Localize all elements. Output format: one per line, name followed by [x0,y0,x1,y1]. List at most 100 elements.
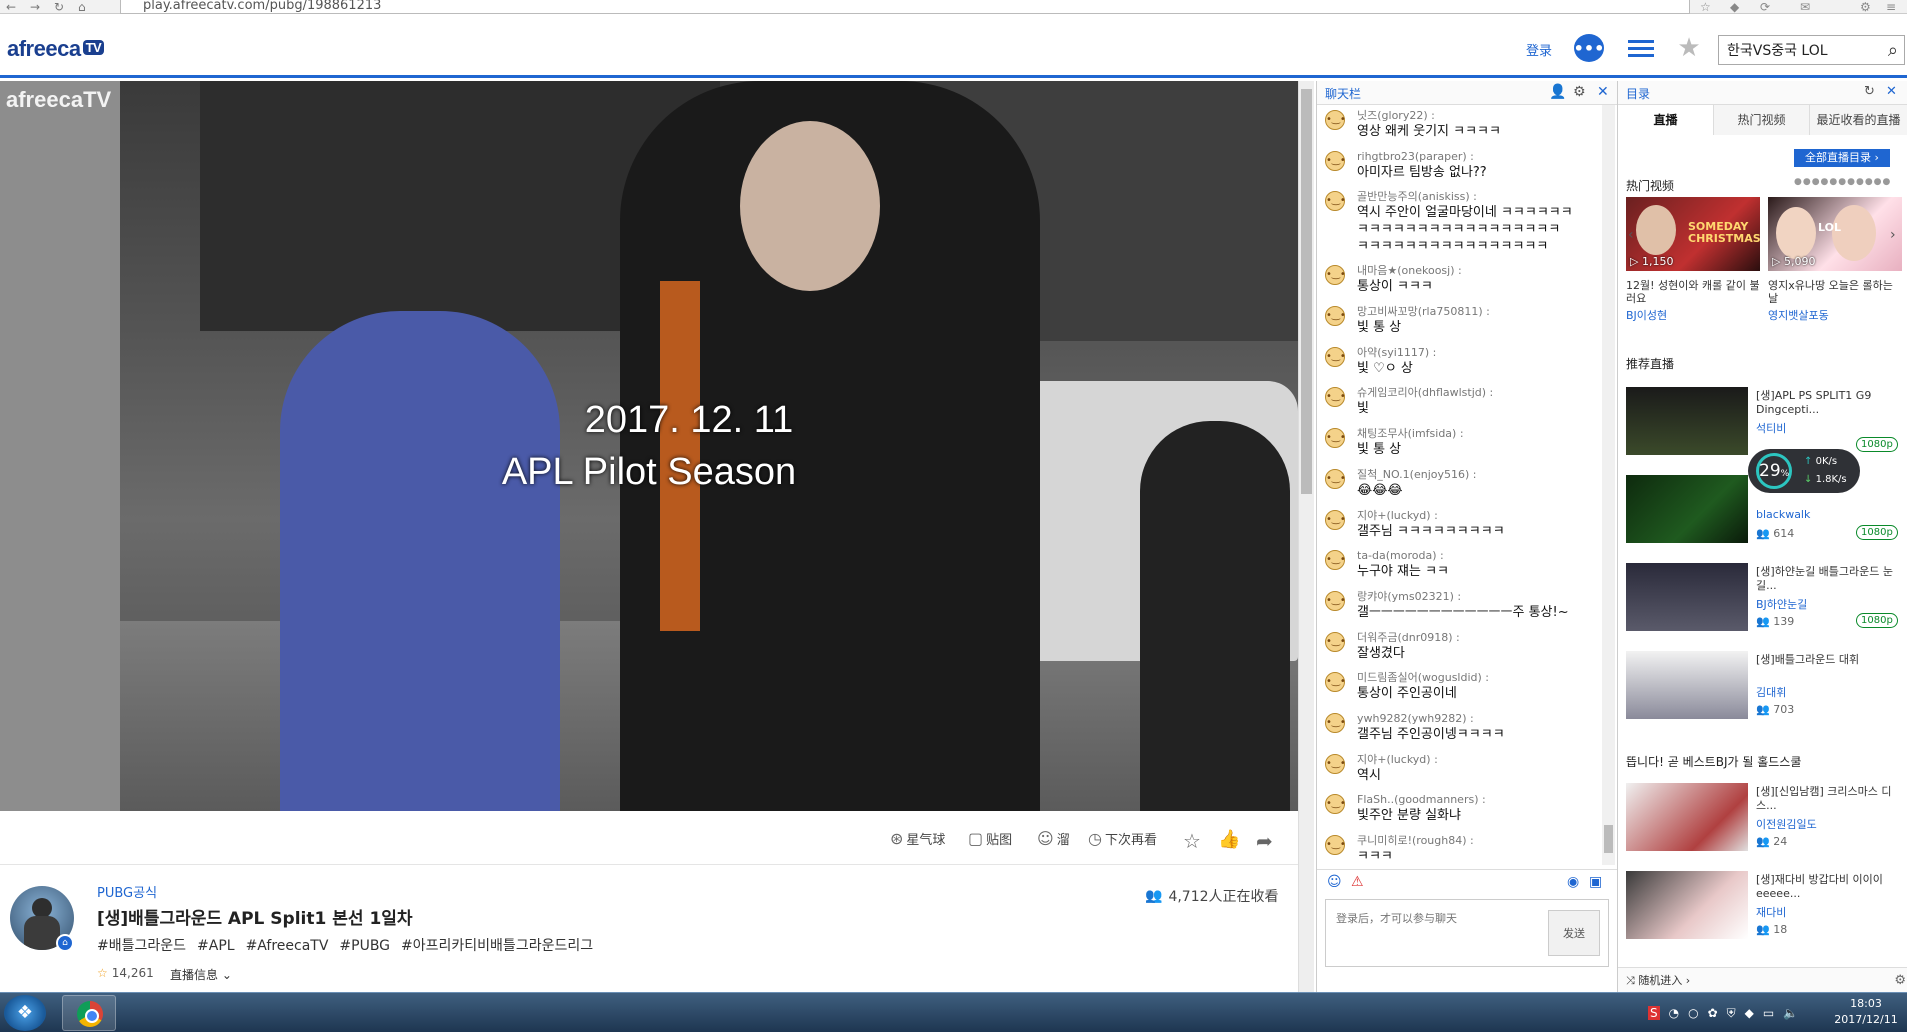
chat-username[interactable]: 질척_NO.1(enjoy516) : [1357,468,1601,482]
chat-username[interactable]: 채팅조무사(imfsida) : [1357,427,1601,441]
chat-username[interactable]: 랑캬야(yms02321) : [1357,590,1601,604]
user-face-icon[interactable]: •‿• [1325,672,1346,693]
recommended-bj[interactable]: blackwalk [1756,508,1810,521]
start-button[interactable]: ❖ [4,995,46,1031]
gear-icon[interactable]: ⚙ [1573,84,1586,100]
bookmark-star-icon[interactable]: ☆ [1700,0,1711,14]
volume-icon[interactable]: 🔈 [1783,1006,1798,1020]
chat-username[interactable]: 닛즈(glory22) : [1357,109,1601,123]
recommended-card[interactable]: [생]하얀눈길 배틀그라운드 눈길... BJ하얀눈길 👥 139 1080p [1626,563,1902,651]
user-face-icon[interactable]: •‿• [1325,150,1346,171]
chat-input[interactable] [1326,900,1544,966]
user-face-icon[interactable]: •‿• [1325,753,1346,774]
menu-icon[interactable]: ≡ [1886,0,1896,14]
search-icon[interactable]: ⌕ [1888,40,1898,61]
user-face-icon[interactable]: •‿• [1325,191,1346,212]
tray-app-icon[interactable]: ○ [1688,1006,1698,1020]
best-bj-card[interactable]: [생]재다비 방갑다비 이이이eeeee... 재다비 👥 18 [1626,871,1902,959]
best-bj-name[interactable]: 재다비 [1756,904,1786,920]
chat-style-icon[interactable]: ◉ [1567,874,1579,890]
system-clock[interactable]: 18:03 2017/12/11 [1828,996,1904,1028]
send-button[interactable]: 发送 [1548,910,1600,956]
chat-username[interactable]: 아약(syi1117) : [1357,346,1601,360]
all-directory-button[interactable]: 全部直播目录 › [1794,149,1890,167]
user-face-icon[interactable]: •‿• [1325,387,1346,408]
chat-username[interactable]: 내마음★(onekoosj) : [1357,264,1601,278]
back-icon[interactable]: ← [6,0,16,14]
user-face-icon[interactable]: •‿• [1325,712,1346,733]
search-input[interactable] [1719,36,1869,64]
user-face-icon[interactable]: •‿• [1325,306,1346,327]
share-button[interactable]: ➦ [1256,829,1273,853]
page-scrollbar[interactable] [1298,81,1314,992]
close-icon[interactable]: ✕ [1886,84,1897,99]
recommended-bj[interactable]: 석티비 [1756,420,1786,436]
user-face-icon[interactable]: •‿• [1325,509,1346,530]
recommended-card[interactable]: [생]배틀그라운드 대휘 김대휘 👥 703 [1626,651,1902,739]
close-icon[interactable]: ✕ [1597,84,1609,100]
user-face-icon[interactable]: •‿• [1325,794,1346,815]
address-bar[interactable]: play.afreecatv.com/pubg/198861213 [120,0,1690,14]
favorite-star-icon[interactable]: ★ [1674,33,1704,63]
scrollbar-thumb[interactable] [1604,825,1613,853]
hashtag[interactable]: #AfreecaTV [246,938,329,954]
user-face-icon[interactable]: •‿• [1325,265,1346,286]
reload-icon[interactable]: ↻ [54,0,64,14]
broadcast-info-toggle[interactable]: 直播信息 ⌄ [170,966,232,983]
network-icon[interactable]: ▭ [1763,1006,1774,1020]
best-bj-name[interactable]: 이전원김일도 [1756,816,1817,832]
like-button[interactable]: 👍 [1218,829,1240,850]
hot-video-bj[interactable]: 영지뱃살포동 [1768,307,1902,323]
favorite-button[interactable]: ☆ [1183,829,1201,853]
user-face-icon[interactable]: •‿• [1325,428,1346,449]
ime-icon[interactable]: S [1648,1006,1660,1020]
hashtag[interactable]: #APL [197,938,235,954]
gear-icon[interactable]: ⚙ [1894,968,1906,993]
chat-username[interactable]: 쿠니미히로!(rough84) : [1357,834,1601,848]
chat-username[interactable]: 지야+(luckyd) : [1357,753,1601,767]
user-face-icon[interactable]: •‿• [1325,346,1346,367]
chrome-taskbar-button[interactable] [62,995,116,1031]
chat-username[interactable]: FlaSh..(goodmanners) : [1357,793,1601,807]
video-player[interactable]: afreecaTV 2017. 12. 11 APL Pilot Season [0,81,1298,811]
settings-icon[interactable]: ⚙ [1860,0,1871,14]
chat-username[interactable]: rihgtbro23(paraper) : [1357,150,1601,164]
sticker-button[interactable]: ▢ 贴图 [968,829,1012,848]
chat-username[interactable]: 더워주금(dnr0918) : [1357,631,1601,645]
hashtag[interactable]: #PUBG [339,938,390,954]
recommended-bj[interactable]: 김대휘 [1756,684,1786,700]
chat-username[interactable]: 지야+(luckyd) : [1357,509,1601,523]
hot-video-card[interactable]: SOMEDAY CHRISTMAS ▷ 1,150 12월! 성현이와 캐롤 같… [1626,197,1760,323]
carousel-prev-icon[interactable]: ‹ [1628,227,1634,243]
chat-username[interactable]: ta-da(moroda) : [1357,549,1601,563]
user-list-icon[interactable]: 👤 [1549,84,1566,100]
chat-message-list[interactable]: •‿• 닛즈(glory22) : 영상 왜케 웃기지 ㅋㅋㅋㅋ •‿• rihgtbr… [1317,105,1601,865]
user-face-icon[interactable]: •‿• [1325,550,1346,571]
tab-live[interactable]: 直播 [1618,105,1714,135]
chat-mode-icon[interactable]: ▣ [1589,874,1602,890]
user-face-icon[interactable]: •‿• [1325,631,1346,652]
extension-icon[interactable]: ◆ [1730,0,1739,14]
best-bj-card[interactable]: [생][신입남캠] 크리스마스 디스... 이전원김일도 👥 24 [1626,783,1902,871]
user-face-icon[interactable]: •‿• [1325,110,1346,130]
user-face-icon[interactable]: •‿• [1325,835,1346,855]
security-shield-icon[interactable]: ⛨ [1727,1006,1736,1021]
hamburger-menu-icon[interactable] [1626,34,1656,62]
hot-video-bj[interactable]: BJ이성현 [1626,307,1760,323]
refresh-icon[interactable]: ↻ [1864,84,1875,99]
chat-username[interactable]: ywh9282(ywh9282) : [1357,712,1601,726]
home-icon[interactable]: ⌂ [78,0,86,14]
hashtag[interactable]: #아프리카티비배틀그라운드리그 [401,938,593,954]
network-speed-widget[interactable]: 29% ↑ 0K/s ↓ 1.8K/s [1748,449,1860,493]
chat-username[interactable]: 슈게임코리아(dhflawlstjd) : [1357,386,1601,400]
chat-username[interactable]: 골반만능주의(aniskiss) : [1357,190,1601,204]
tray-app-icon[interactable]: ◆ [1745,1006,1754,1020]
user-face-icon[interactable]: •‿• [1325,590,1346,611]
tray-app-icon[interactable]: ✿ [1708,1006,1718,1020]
chat-scrollbar[interactable] [1602,105,1615,865]
hot-video-card[interactable]: LOL ▷ 5,090 영지x유나땅 오늘은 롤하는 날 영지뱃살포동 [1768,197,1902,323]
extension-icon[interactable]: ✉ [1800,0,1810,14]
slide-button[interactable]: ☺ 溜 [1037,829,1070,848]
login-button[interactable]: 登录 [1526,40,1552,59]
alert-icon[interactable]: ⚠ [1351,874,1364,890]
